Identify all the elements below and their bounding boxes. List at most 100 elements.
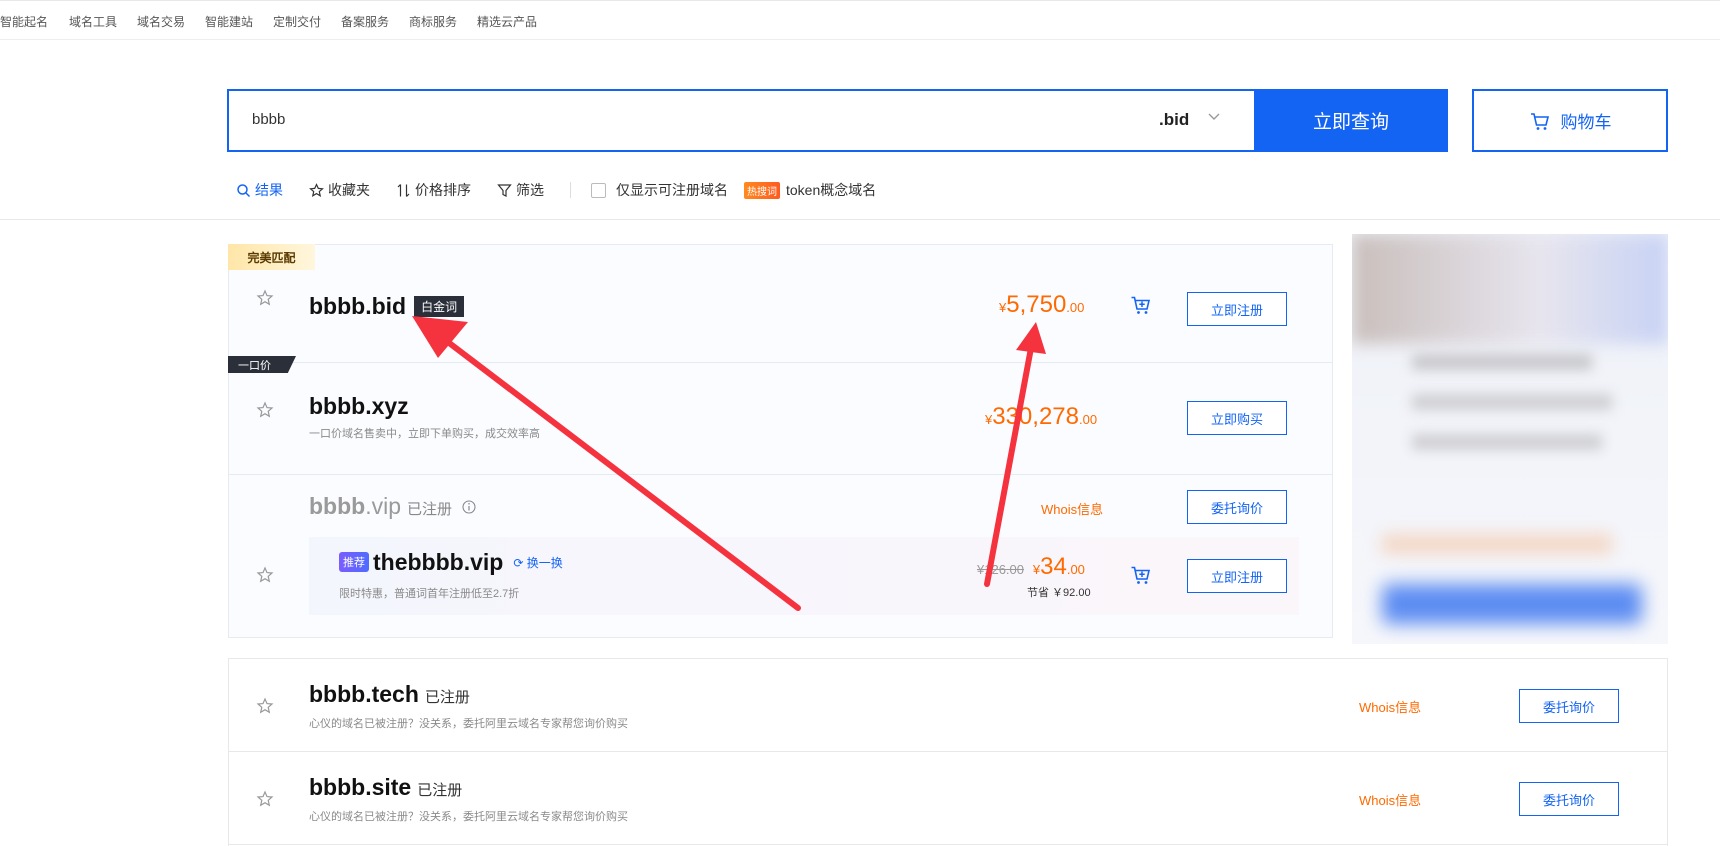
search-input[interactable]: bbbb <box>252 111 285 128</box>
filter-separator <box>570 182 571 198</box>
hot-search-badge: 热搜词 <box>744 181 780 199</box>
price-decimal: .00 <box>1066 300 1085 315</box>
inquiry-button[interactable]: 委托询价 <box>1187 490 1287 524</box>
cart-label: 购物车 <box>1560 113 1612 132</box>
domain-description: 一口价域名售卖中，立即下单购买，成交效率高 <box>309 428 540 440</box>
chevron-down-icon[interactable] <box>1207 109 1221 123</box>
price: ¥5,750.00 <box>999 291 1084 319</box>
divider <box>0 219 1720 220</box>
price-decimal: .00 <box>1066 562 1085 577</box>
price-decimal: .00 <box>1079 412 1098 427</box>
domain-name: bbbb.xyz <box>309 393 409 419</box>
domain-search-box: bbbb .bid 立即查询 <box>227 89 1448 152</box>
price-integer: 5,750 <box>1006 291 1067 318</box>
nav-item-domain-trade[interactable]: 域名交易 <box>137 13 185 30</box>
favorite-star-icon[interactable] <box>256 697 274 715</box>
favorite-star-icon[interactable] <box>256 289 274 307</box>
filter-label: 筛选 <box>516 182 544 198</box>
nav-item-custom-delivery[interactable]: 定制交付 <box>273 13 321 30</box>
domain-description: 心仪的域名已被注册？没关系，委托阿里云域名专家帮您询价购买 <box>309 811 628 823</box>
inquiry-button[interactable]: 委托询价 <box>1519 782 1619 816</box>
domain-name-text: bbbb.tech <box>309 681 419 707</box>
domain-base: bbbb <box>309 493 366 519</box>
add-to-cart-icon[interactable] <box>1130 294 1152 316</box>
search-icon <box>237 183 251 197</box>
cart-button[interactable]: 购物车 <box>1472 89 1668 152</box>
funnel-icon <box>497 183 512 197</box>
domain-name: bbbb.bid 白金词 <box>309 293 465 320</box>
price-integer: 34 <box>1040 553 1067 580</box>
register-recommended-button[interactable]: 立即注册 <box>1187 559 1287 593</box>
promo-button <box>1382 584 1642 624</box>
result-box: 完美匹配 bbbb.bid 白金词 ¥5,750.00 立即注册 一口价 bbbb… <box>228 244 1333 638</box>
nav-item-icp-filing[interactable]: 备案服务 <box>341 13 389 30</box>
nav-item-cloud-products[interactable]: 精选云产品 <box>477 13 537 30</box>
price: ¥330,278.00 <box>985 403 1097 431</box>
perfect-match-badge: 完美匹配 <box>228 244 315 270</box>
swap-label: 换一换 <box>526 556 563 570</box>
favorites-tab[interactable]: 收藏夹 <box>309 180 370 200</box>
price-sort-tab[interactable]: 价格排序 <box>396 180 471 200</box>
platinum-word-tag: 白金词 <box>414 296 465 317</box>
registered-status: 已注册 <box>417 782 463 799</box>
nav-item-trademark[interactable]: 商标服务 <box>409 13 457 30</box>
star-icon <box>309 182 324 197</box>
domain-tld: .vip <box>365 493 401 519</box>
recommendation-description: 限时特惠，普通词首年注册低至2.7折 <box>339 588 520 600</box>
promo-banner-image <box>1352 234 1668 344</box>
original-price: ¥126.00 <box>977 562 1024 577</box>
nav-item-domain-tools[interactable]: 域名工具 <box>69 13 117 30</box>
only-available-label: 仅显示可注册域名 <box>616 182 728 198</box>
recommended-domain-text: thebbbb.vip <box>373 549 504 575</box>
sort-icon <box>397 183 410 197</box>
recommendation-card: 推荐 thebbbb.vip ⟳ 换一换 限时特惠，普通词首年注册低至2.7折 ¥1… <box>309 537 1299 615</box>
promo-line <box>1412 354 1592 370</box>
whois-link[interactable]: Whois信息 <box>1041 499 1103 518</box>
promo-line <box>1412 434 1602 450</box>
hot-search-link[interactable]: token概念域名 <box>786 180 876 200</box>
savings-text: 节省 ￥92.00 <box>1027 587 1091 599</box>
recommended-price: ¥126.00 ¥34.00 <box>977 553 1085 581</box>
top-nav: 智能起名 域名工具 域名交易 智能建站 定制交付 备案服务 商标服务 精选云产品 <box>0 0 1720 40</box>
recommended-domain: 推荐 thebbbb.vip ⟳ 换一换 <box>339 549 563 576</box>
favorite-star-icon[interactable] <box>256 566 274 584</box>
whois-link[interactable]: Whois信息 <box>1359 790 1421 809</box>
promo-line <box>1382 534 1612 554</box>
results-label: 结果 <box>255 182 283 198</box>
results-tab[interactable]: 结果 <box>236 180 283 200</box>
favorite-star-icon[interactable] <box>256 790 274 808</box>
registered-status: 已注册 <box>407 501 453 518</box>
inquiry-button[interactable]: 委托询价 <box>1519 689 1619 723</box>
swap-link[interactable]: ⟳ 换一换 <box>513 556 562 570</box>
promo-banner[interactable] <box>1352 234 1668 644</box>
nav-item-naming[interactable]: 智能起名 <box>0 13 48 30</box>
favorite-star-icon[interactable] <box>256 401 274 419</box>
only-available-checkbox[interactable] <box>591 182 606 198</box>
result-row-registered: bbbb.vip 已注册 Whois信息 委托询价 推荐 thebbbb.vip ⟳ … <box>229 475 1332 639</box>
other-results-list: bbbb.tech 已注册 心仪的域名已被注册？没关系，委托阿里云域名专家帮您询价… <box>228 658 1668 846</box>
filter-tab[interactable]: 筛选 <box>497 180 544 200</box>
cart-icon <box>1530 112 1549 130</box>
price-sort-label: 价格排序 <box>415 182 471 198</box>
recommend-tag: 推荐 <box>339 552 369 572</box>
nav-item-site-builder[interactable]: 智能建站 <box>205 13 253 30</box>
price-integer: 330,278 <box>992 403 1079 430</box>
buy-now-button[interactable]: 立即购买 <box>1187 401 1287 435</box>
promo-line <box>1412 394 1612 410</box>
fixed-price-badge: 一口价 <box>228 356 296 373</box>
result-row-fixed-price: 一口价 bbbb.xyz 一口价域名售卖中，立即下单购买，成交效率高 ¥330,… <box>228 356 1332 475</box>
list-item: bbbb.site 已注册 心仪的域名已被注册？没关系，委托阿里云域名专家帮您询价… <box>229 752 1667 845</box>
list-item: bbbb.tech 已注册 心仪的域名已被注册？没关系，委托阿里云域名专家帮您询价… <box>229 659 1667 752</box>
registered-status: 已注册 <box>424 689 470 706</box>
add-to-cart-icon[interactable] <box>1130 564 1152 586</box>
register-now-button[interactable]: 立即注册 <box>1187 292 1287 326</box>
filter-bar: 结果 收藏夹 价格排序 筛选 仅显示可注册域名 热搜词 token概念域名 <box>236 178 876 202</box>
whois-link[interactable]: Whois信息 <box>1359 697 1421 716</box>
search-button[interactable]: 立即查询 <box>1254 89 1448 152</box>
domain-name-text: bbbb.site <box>309 774 412 800</box>
suffix-select[interactable]: .bid <box>1159 110 1189 130</box>
result-row-exact: 完美匹配 bbbb.bid 白金词 ¥5,750.00 立即注册 <box>228 244 1332 363</box>
domain-name: bbbb.vip 已注册 <box>309 493 452 520</box>
domain-name: bbbb.tech 已注册 <box>309 681 470 708</box>
info-icon[interactable] <box>462 500 476 514</box>
